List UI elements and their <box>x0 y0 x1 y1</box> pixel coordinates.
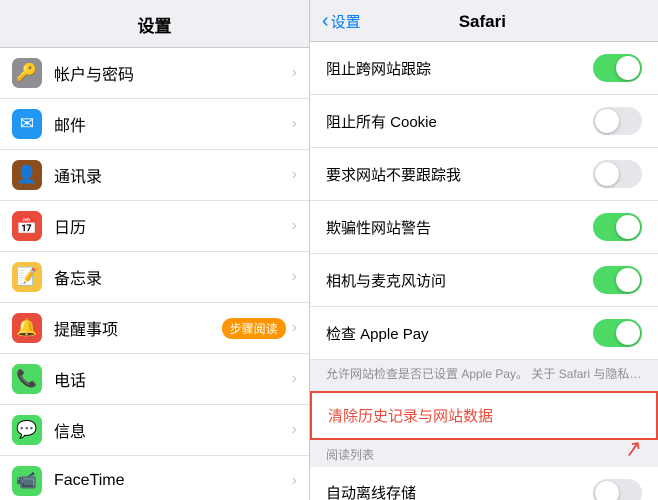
contacts-icon: 👤 <box>12 160 42 190</box>
check-apple-pay-label: 检查 Apple Pay <box>326 323 593 344</box>
back-button[interactable]: ‹ 设置 <box>322 10 361 33</box>
no-tracking-toggle[interactable] <box>593 160 642 188</box>
sidebar-item-phone[interactable]: 📞 电话 › <box>0 354 309 405</box>
apple-pay-description: 允许网站检查是否已设置 Apple Pay。 关于 Safari 与隐私… <box>310 360 658 391</box>
camera-mic-row[interactable]: 相机与麦克风访问 <box>310 254 658 307</box>
sidebar-item-contacts[interactable]: 👤 通讯录 › <box>0 150 309 201</box>
sidebar-item-message[interactable]: 💬 信息 › <box>0 405 309 456</box>
chevron-icon: › <box>292 166 297 184</box>
block-all-cookies-row[interactable]: 阻止所有 Cookie <box>310 95 658 148</box>
chevron-icon: › <box>292 64 297 82</box>
settings-list: 🔑 帐户与密码 › ✉ 邮件 › 👤 通讯录 › 📅 日历 › 📝 备忘录 › … <box>0 48 309 500</box>
contacts-label: 通讯录 <box>54 163 292 187</box>
back-chevron-icon: ‹ <box>322 10 329 33</box>
sidebar-item-account[interactable]: 🔑 帐户与密码 › <box>0 48 309 99</box>
mail-icon: ✉ <box>12 109 42 139</box>
back-label: 设置 <box>331 11 361 32</box>
chevron-icon: › <box>292 217 297 235</box>
fraud-warning-row[interactable]: 欺骗性网站警告 <box>310 201 658 254</box>
right-content: 阻止跨网站跟踪 阻止所有 Cookie 要求网站不要跟踪我 欺骗性网站警告 相机… <box>310 42 658 500</box>
block-cross-tracking-row[interactable]: 阻止跨网站跟踪 <box>310 42 658 95</box>
chevron-icon: › <box>292 472 297 490</box>
sidebar-item-facetime[interactable]: 📹 FaceTime › <box>0 456 309 500</box>
facetime-label: FaceTime <box>54 472 292 490</box>
calendar-label: 日历 <box>54 214 292 238</box>
fraud-warning-toggle[interactable] <box>593 213 642 241</box>
phone-label: 电话 <box>54 367 292 391</box>
block-all-cookies-toggle[interactable] <box>593 107 642 135</box>
block-cross-tracking-toggle[interactable] <box>593 54 642 82</box>
sidebar-item-mail[interactable]: ✉ 邮件 › <box>0 99 309 150</box>
privacy-section: 阻止跨网站跟踪 阻止所有 Cookie 要求网站不要跟踪我 欺骗性网站警告 相机… <box>310 42 658 360</box>
auto-offline-toggle[interactable] <box>593 479 642 500</box>
chevron-icon: › <box>292 319 297 337</box>
settings-left-panel: 设置 🔑 帐户与密码 › ✉ 邮件 › 👤 通讯录 › 📅 日历 › 📝 备忘录… <box>0 0 310 500</box>
reading-list-header: 阅读列表 <box>310 440 658 467</box>
auto-offline-label: 自动离线存储 <box>326 482 593 500</box>
sidebar-item-notes[interactable]: 📝 备忘录 › <box>0 252 309 303</box>
block-cross-tracking-label: 阻止跨网站跟踪 <box>326 58 593 79</box>
sidebar-item-calendar[interactable]: 📅 日历 › <box>0 201 309 252</box>
reminder-badge: 步骤阅读 <box>222 318 286 339</box>
check-apple-pay-row[interactable]: 检查 Apple Pay <box>310 307 658 360</box>
right-header: ‹ 设置 Safari <box>310 0 658 42</box>
reminder-icon: 🔔 <box>12 313 42 343</box>
check-apple-pay-toggle[interactable] <box>593 319 642 347</box>
camera-mic-label: 相机与麦克风访问 <box>326 270 593 291</box>
clear-history-row[interactable]: 清除历史记录与网站数据 <box>310 391 658 440</box>
chevron-icon: › <box>292 268 297 286</box>
chevron-icon: › <box>292 370 297 388</box>
no-tracking-label: 要求网站不要跟踪我 <box>326 164 593 185</box>
auto-offline-row[interactable]: 自动离线存储 <box>310 467 658 500</box>
reading-list-section: 自动离线存储 自动存储来自 iCloud 的 <box>310 467 658 500</box>
chevron-icon: › <box>292 115 297 133</box>
arrow-indicator: ↗ <box>621 434 644 463</box>
no-tracking-row[interactable]: 要求网站不要跟踪我 <box>310 148 658 201</box>
notes-icon: 📝 <box>12 262 42 292</box>
safari-settings-panel: ‹ 设置 Safari 阻止跨网站跟踪 阻止所有 Cookie 要求网站不要跟踪… <box>310 0 658 500</box>
account-icon: 🔑 <box>12 58 42 88</box>
account-label: 帐户与密码 <box>54 61 292 85</box>
message-label: 信息 <box>54 418 292 442</box>
clear-history-container: 清除历史记录与网站数据 ↗ <box>310 391 658 440</box>
camera-mic-toggle[interactable] <box>593 266 642 294</box>
calendar-icon: 📅 <box>12 211 42 241</box>
sidebar-item-reminder[interactable]: 🔔 提醒事项 步骤阅读 › <box>0 303 309 354</box>
phone-icon: 📞 <box>12 364 42 394</box>
fraud-warning-label: 欺骗性网站警告 <box>326 217 593 238</box>
facetime-icon: 📹 <box>12 466 42 496</box>
chevron-icon: › <box>292 421 297 439</box>
clear-history-label: 清除历史记录与网站数据 <box>328 405 640 426</box>
block-all-cookies-label: 阻止所有 Cookie <box>326 111 593 132</box>
reminder-label: 提醒事项 <box>54 316 222 340</box>
safari-page-title: Safari <box>369 12 596 32</box>
notes-label: 备忘录 <box>54 265 292 289</box>
settings-title: 设置 <box>0 0 309 48</box>
message-icon: 💬 <box>12 415 42 445</box>
mail-label: 邮件 <box>54 112 292 136</box>
